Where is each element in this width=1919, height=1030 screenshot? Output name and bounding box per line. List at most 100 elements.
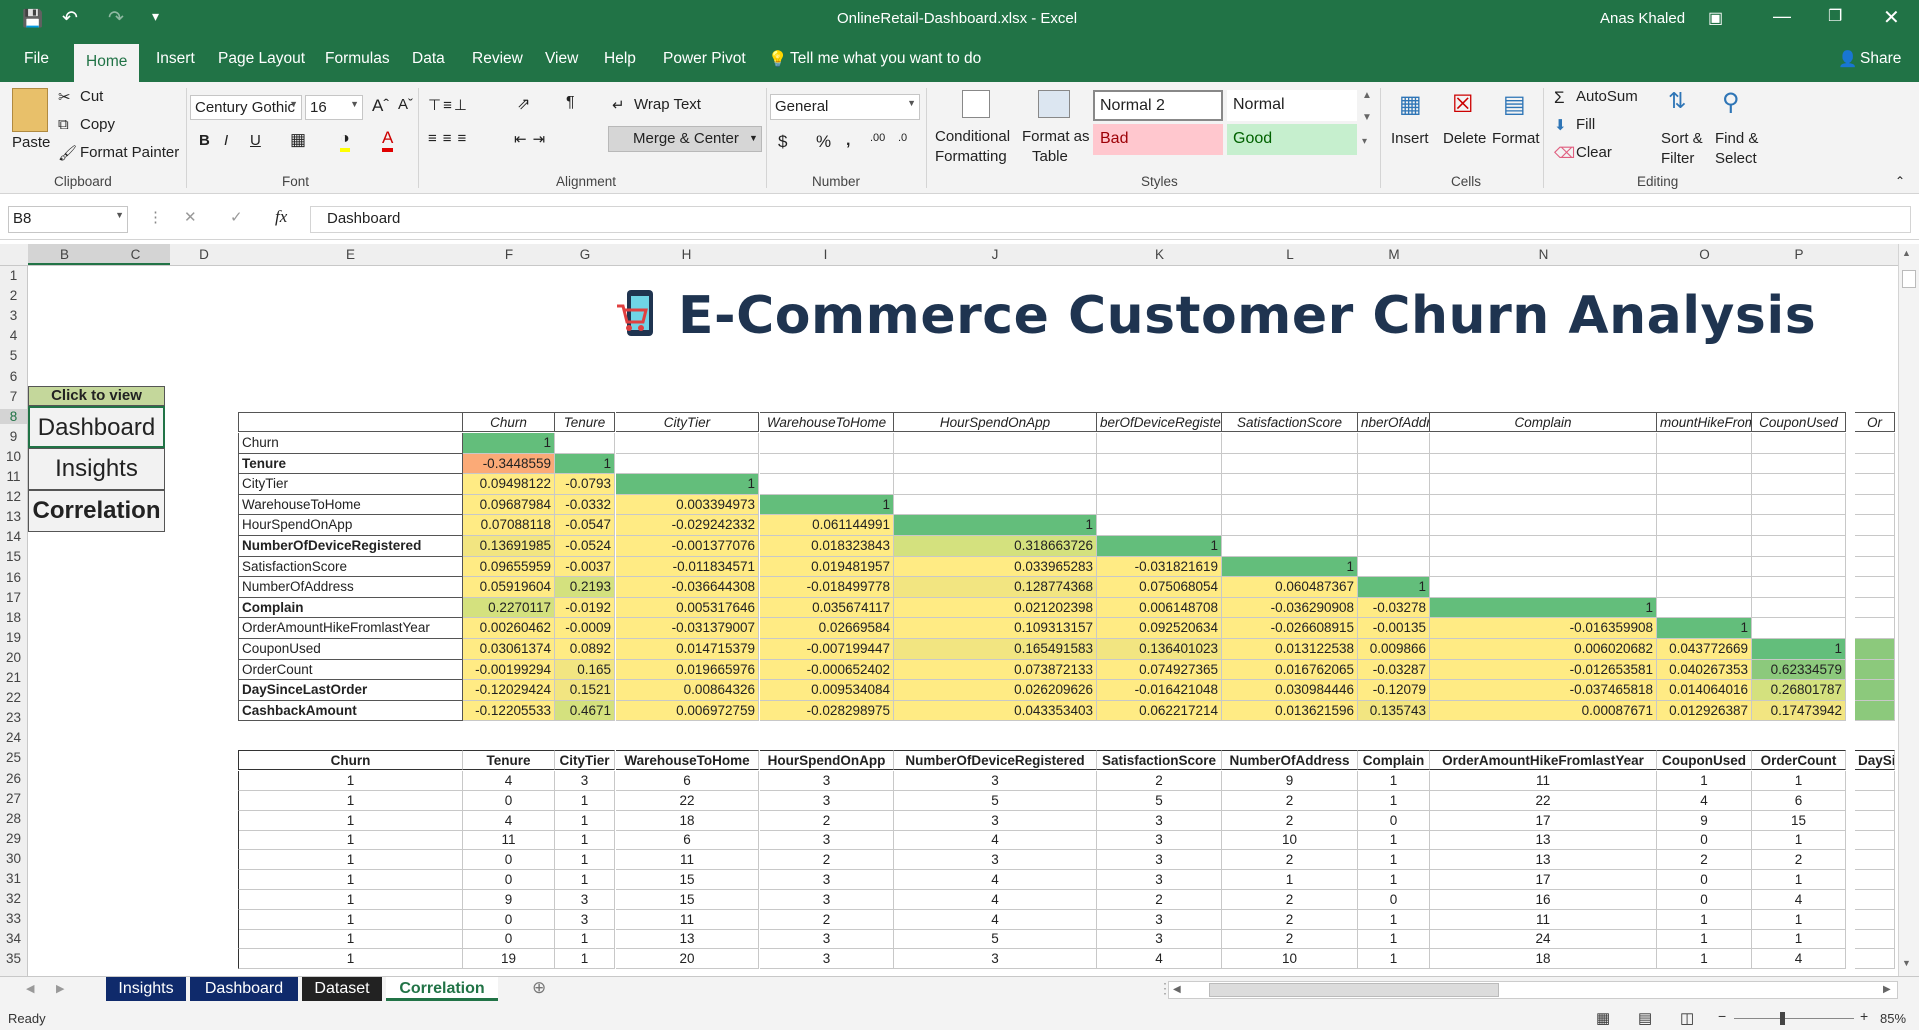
scroll-down-icon[interactable]: ▼ (1902, 958, 1911, 968)
corr-value-cell[interactable]: -0.018499778 (760, 577, 894, 598)
corr-value-cell[interactable] (1752, 556, 1846, 578)
dataset-value-cell[interactable]: 3 (1097, 810, 1222, 831)
dataset-value-cell[interactable]: 2 (1222, 810, 1358, 831)
corr-value-cell[interactable] (1752, 474, 1846, 495)
dataset-value-cell[interactable]: 2 (760, 909, 894, 930)
dataset-value-cell[interactable]: 9 (1222, 771, 1358, 791)
corr-header-cell[interactable]: CityTier (616, 412, 759, 432)
corr-value-cell[interactable]: 0.4671 (555, 700, 615, 722)
user-name[interactable]: Anas Khaled (1600, 10, 1685, 27)
dataset-value-cell[interactable]: 0 (463, 850, 555, 871)
row-header-30[interactable]: 30 (0, 851, 27, 866)
dataset-value-cell[interactable]: 1 (555, 810, 615, 831)
corr-value-cell[interactable] (616, 433, 759, 454)
corr-value-cell[interactable]: -0.011834571 (616, 556, 759, 578)
dataset-header-cell[interactable]: NumberOfAddress (1222, 750, 1358, 770)
corr-header-cell[interactable]: nberOfAddr (1358, 412, 1430, 432)
dataset-value-cell[interactable]: 1 (1358, 850, 1430, 871)
corr-value-cell[interactable]: -0.0524 (555, 536, 615, 557)
find-select-label-1[interactable]: Find & (1715, 130, 1758, 147)
dataset-value-cell[interactable]: 11 (1430, 909, 1657, 930)
corr-value-cell[interactable]: 0.009534084 (760, 680, 894, 701)
column-header-E[interactable]: E (238, 247, 463, 262)
corr-row-label[interactable]: WarehouseToHome (238, 494, 463, 516)
column-header-F[interactable]: F (463, 247, 555, 262)
corr-value-cell[interactable] (1657, 474, 1752, 495)
styles-scroll-down-icon[interactable]: ▼ (1362, 112, 1372, 123)
corr-value-cell[interactable]: 0.019665976 (616, 659, 759, 681)
dataset-value-cell[interactable]: 0 (463, 790, 555, 811)
dataset-value-cell[interactable]: 10 (1222, 830, 1358, 851)
style-bad[interactable]: Bad (1093, 124, 1223, 155)
tab-file[interactable]: File (24, 50, 49, 68)
dataset-value-cell[interactable]: 5 (894, 790, 1097, 811)
dataset-value-cell[interactable]: 15 (616, 889, 759, 910)
dataset-value-cell[interactable]: 18 (1430, 949, 1657, 970)
dataset-value-cell[interactable]: 11 (463, 830, 555, 851)
corr-value-cell[interactable]: 0.00864326 (616, 680, 759, 701)
dataset-value-cell[interactable]: 4 (1097, 949, 1222, 970)
row-header-3[interactable]: 3 (0, 308, 27, 323)
sort-filter-label-2[interactable]: Filter (1661, 150, 1694, 167)
corr-value-cell[interactable]: 0.021202398 (894, 597, 1097, 619)
corr-header-cell[interactable]: Tenure (555, 412, 615, 432)
row-header-10[interactable]: 10 (0, 449, 27, 464)
corr-value-cell[interactable]: 0.005317646 (616, 597, 759, 619)
dataset-value-cell[interactable]: 4 (894, 870, 1097, 890)
dataset-value-cell[interactable]: 1 (1358, 929, 1430, 950)
increase-decimal-icon[interactable]: .00 (870, 132, 885, 144)
row-header-24[interactable]: 24 (0, 730, 27, 745)
insert-cells-icon[interactable]: ▦ (1399, 90, 1422, 119)
dataset-value-cell[interactable]: 1 (555, 870, 615, 890)
dataset-value-cell[interactable]: 3 (1097, 909, 1222, 930)
corr-value-cell[interactable]: 0.165 (555, 659, 615, 681)
corr-value-cell[interactable]: 0.012926387 (1657, 700, 1752, 722)
dataset-value-cell[interactable]: 11 (616, 909, 759, 930)
italic-icon[interactable]: I (224, 132, 228, 149)
cut-button[interactable]: Cut (80, 88, 103, 105)
dataset-value-cell[interactable]: 4 (894, 909, 1097, 930)
dataset-value-cell[interactable]: 1 (555, 830, 615, 851)
find-select-icon[interactable]: ⚲ (1722, 88, 1740, 117)
scroll-right-icon[interactable]: ▶ (1883, 984, 1891, 995)
corr-row-label[interactable]: HourSpendOnApp (238, 515, 463, 536)
corr-value-cell[interactable] (1657, 515, 1752, 536)
dataset-value-cell[interactable] (1855, 790, 1895, 811)
paste-icon[interactable] (12, 88, 48, 132)
corr-value-cell[interactable]: -0.012653581 (1430, 659, 1657, 681)
new-sheet-icon[interactable]: ⊕ (532, 978, 546, 998)
corr-value-cell[interactable] (1097, 474, 1222, 495)
corr-row-label[interactable]: SatisfactionScore (238, 556, 463, 578)
corr-value-cell[interactable]: 0.019481957 (760, 556, 894, 578)
scroll-up-icon[interactable]: ▲ (1902, 248, 1911, 258)
corr-value-cell[interactable]: 0.318663726 (894, 536, 1097, 557)
corr-value-cell[interactable] (1752, 597, 1846, 619)
row-header-5[interactable]: 5 (0, 348, 27, 363)
corr-value-cell[interactable] (1222, 536, 1358, 557)
corr-value-cell[interactable] (1657, 577, 1752, 598)
conditional-formatting-label-2[interactable]: Formatting (935, 148, 1007, 165)
corr-value-cell[interactable]: 1 (1657, 618, 1752, 639)
row-header-34[interactable]: 34 (0, 931, 27, 946)
corr-value-cell[interactable]: 0.03061374 (463, 639, 555, 660)
delete-cells-button[interactable]: Delete (1443, 130, 1486, 147)
sheet-tab-dataset[interactable]: Dataset (302, 977, 382, 1001)
dataset-value-cell[interactable]: 1 (1752, 909, 1846, 930)
dataset-value-cell[interactable] (1855, 810, 1895, 831)
delete-cells-icon[interactable]: ☒ (1452, 90, 1474, 119)
corr-value-cell[interactable]: -0.0547 (555, 515, 615, 536)
corr-value-cell[interactable]: -0.0009 (555, 618, 615, 639)
column-header-M[interactable]: M (1358, 247, 1430, 262)
dataset-header-cell[interactable]: WarehouseToHome (616, 750, 759, 770)
row-header-31[interactable]: 31 (0, 871, 27, 886)
corr-value-cell[interactable] (1358, 536, 1430, 557)
dataset-value-cell[interactable] (1855, 929, 1895, 950)
row-header-23[interactable]: 23 (0, 710, 27, 725)
dataset-value-cell[interactable]: 0 (1358, 889, 1430, 910)
corr-value-cell[interactable]: 0.013122538 (1222, 639, 1358, 660)
corr-value-cell[interactable] (1222, 453, 1358, 475)
dataset-value-cell[interactable]: 1 (1657, 929, 1752, 950)
corr-value-cell[interactable]: 0.062217214 (1097, 700, 1222, 722)
corr-value-cell[interactable] (1358, 515, 1430, 536)
column-header-G[interactable]: G (555, 247, 615, 262)
